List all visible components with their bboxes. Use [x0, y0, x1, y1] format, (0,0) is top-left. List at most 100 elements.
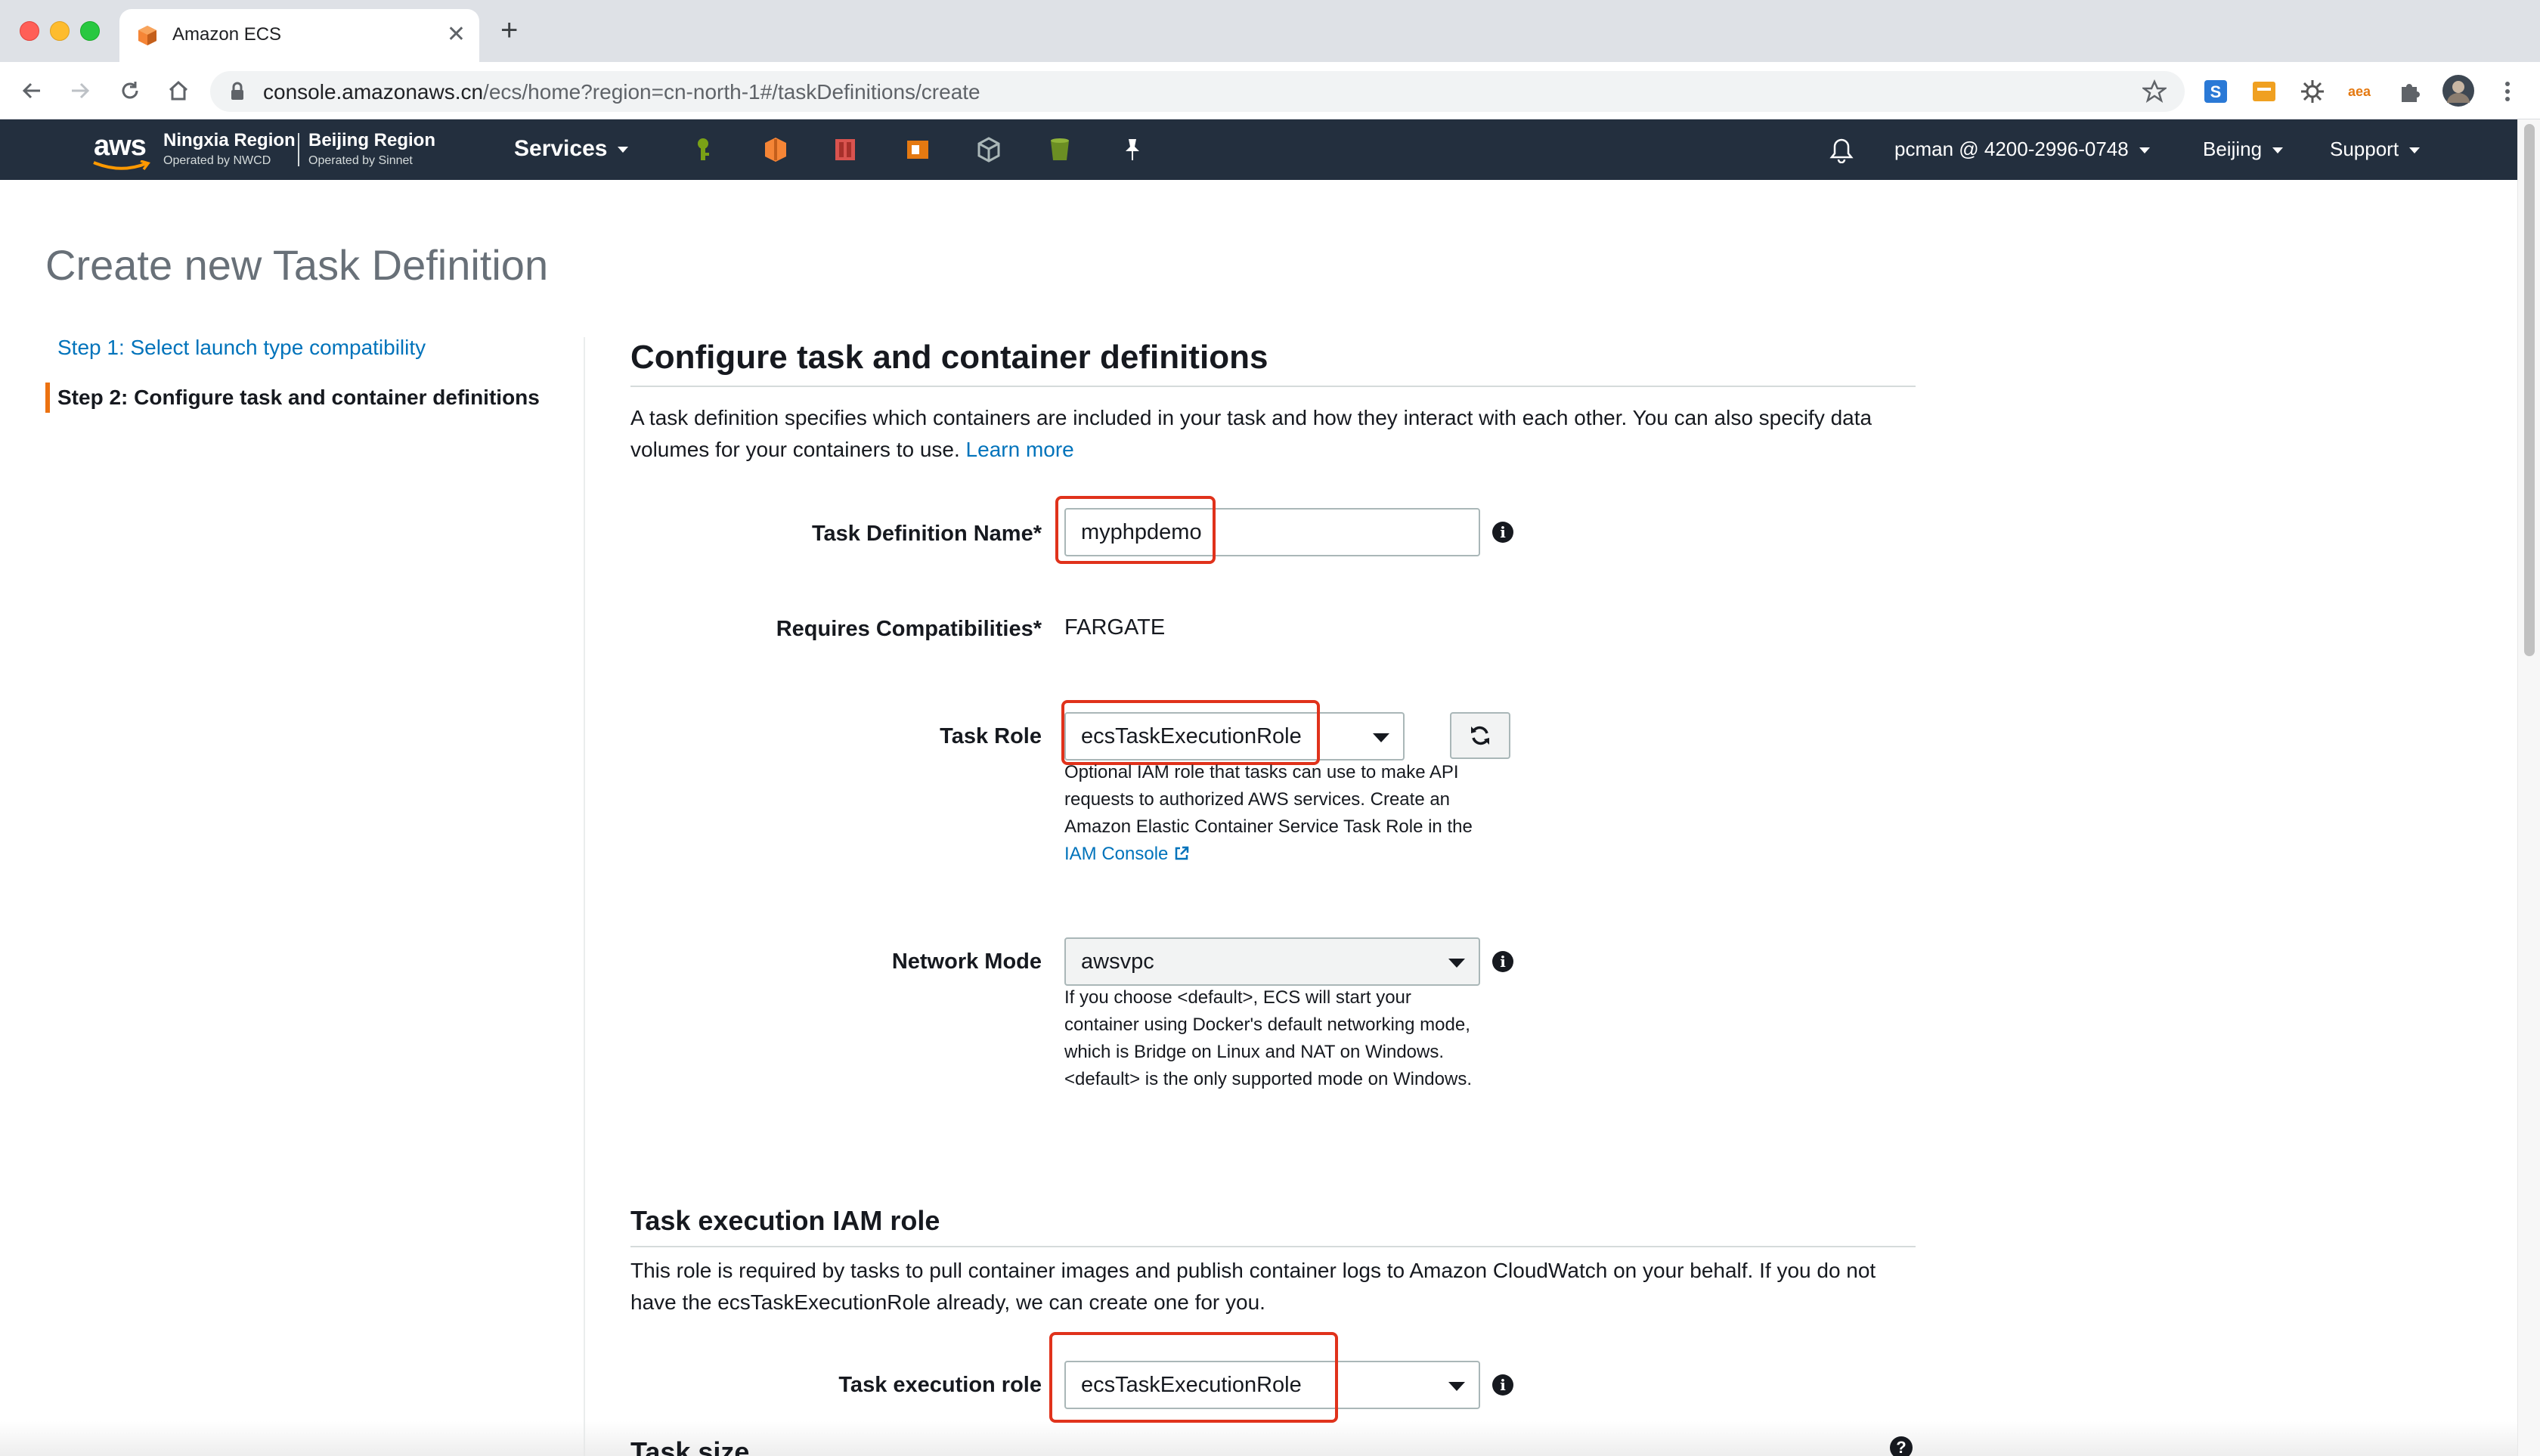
support-menu[interactable]: Support	[2330, 138, 2421, 161]
scrollbar-thumb[interactable]	[2524, 124, 2535, 656]
requires-compat-label: Requires Compatibilities*	[776, 617, 1042, 641]
aws-smile-icon	[93, 160, 150, 171]
exec-role-description: This role is required by tasks to pull c…	[630, 1259, 1876, 1314]
region-label: Beijing	[2203, 138, 2263, 160]
cube-icon[interactable]	[975, 136, 1002, 163]
ec2-icon[interactable]	[762, 136, 789, 163]
region-menu[interactable]: Beijing	[2203, 138, 2284, 161]
url-host: console.amazonaws.cn	[263, 80, 484, 104]
help-question-icon[interactable]: ?	[1890, 1436, 1913, 1456]
highlight-box	[1049, 1332, 1338, 1423]
services-label: Services	[514, 136, 608, 161]
support-label: Support	[2330, 138, 2399, 160]
extension-aea-icon[interactable]: aea	[2346, 79, 2372, 104]
info-icon[interactable]: i	[1492, 522, 1513, 543]
url-path: /ecs/home?region=cn-north-1#/taskDefinit…	[483, 80, 980, 104]
browser-tabstrip: Amazon ECS ✕ +	[0, 0, 2540, 62]
ecs-icon[interactable]	[832, 136, 859, 163]
wizard-divider	[584, 337, 585, 1456]
section-rule	[630, 386, 1916, 387]
new-tab-button[interactable]: +	[500, 15, 518, 45]
refresh-roles-button[interactable]	[1450, 712, 1510, 759]
account-menu[interactable]: pcman @ 4200-2996-0748	[1894, 138, 2150, 161]
bottom-fade	[0, 1421, 2517, 1456]
highlight-box	[1055, 496, 1216, 564]
exec-role-label: Task execution role	[838, 1373, 1042, 1397]
step-1-link[interactable]: Step 1: Select launch type compatibility	[57, 336, 426, 360]
task-role-label: Task Role	[940, 724, 1042, 748]
network-mode-value: awsvpc	[1081, 949, 1154, 974]
exec-role-rule	[630, 1246, 1916, 1247]
chevron-down-icon	[2139, 147, 2150, 154]
page-scrollbar[interactable]	[2517, 119, 2540, 1456]
page-title: Create new Task Definition	[45, 241, 549, 289]
reload-icon[interactable]	[113, 74, 147, 107]
aws-cube-icon	[138, 26, 156, 45]
task-role-help: Optional IAM role that tasks can use to …	[1064, 759, 1503, 868]
home-icon[interactable]	[162, 74, 195, 107]
network-mode-label: Network Mode	[891, 949, 1042, 974]
section-description: A task definition specifies which contai…	[630, 402, 1908, 466]
exec-role-title: Task execution IAM role	[630, 1205, 940, 1236]
pin-icon[interactable]	[1119, 136, 1146, 163]
account-label: pcman @ 4200-2996-0748	[1894, 138, 2129, 160]
back-icon[interactable]	[15, 74, 48, 107]
key-icon[interactable]	[689, 136, 717, 163]
task-def-name-label: Task Definition Name*	[811, 522, 1042, 546]
learn-more-link[interactable]: Learn more	[966, 438, 1074, 461]
iam-console-label: IAM Console	[1064, 844, 1169, 864]
iam-console-link[interactable]: IAM Console	[1064, 844, 1190, 864]
network-mode-select[interactable]: awsvpc	[1064, 937, 1480, 986]
chevron-down-icon	[1448, 959, 1465, 968]
external-link-icon	[1175, 846, 1189, 860]
forward-icon[interactable]	[64, 74, 97, 107]
browser-menu-icon[interactable]	[2495, 79, 2520, 104]
aws-top-nav: aws Ningxia Region Operated by NWCD Beij…	[0, 119, 2517, 180]
section-desc-text: A task definition specifies which contai…	[630, 406, 1872, 461]
browser-toolbar: console.amazonaws.cn/ecs/home?region=cn-…	[0, 62, 2540, 119]
extension-s-icon[interactable]: S	[2203, 79, 2229, 104]
bookmark-star-icon[interactable]	[2142, 79, 2167, 104]
region1-sub: Operated by NWCD	[163, 154, 271, 167]
close-icon[interactable]: ✕	[447, 20, 466, 50]
window-minimize-button[interactable]	[50, 21, 70, 41]
chevron-down-icon	[2409, 147, 2421, 154]
section-title: Configure task and container definitions	[630, 339, 1268, 376]
region2-sub: Operated by Sinnet	[308, 154, 413, 167]
region2-title: Beijing Region	[308, 130, 435, 150]
extension-gear-icon[interactable]	[2300, 79, 2325, 104]
chevron-down-icon	[1448, 1382, 1465, 1391]
extension-box-icon[interactable]	[2251, 79, 2277, 104]
svg-text:S: S	[2210, 82, 2222, 101]
refresh-icon	[1471, 726, 1489, 745]
step-2-current: Step 2: Configure task and container def…	[57, 386, 540, 409]
task-size-title: Task size	[630, 1436, 750, 1456]
active-step-indicator	[45, 383, 50, 413]
address-bar[interactable]: console.amazonaws.cn/ecs/home?region=cn-…	[210, 71, 2185, 112]
bucket-icon[interactable]	[1046, 136, 1073, 163]
region-divider	[298, 133, 299, 166]
url-text: console.amazonaws.cn/ecs/home?region=cn-…	[263, 80, 980, 104]
chevron-down-icon	[1373, 733, 1389, 742]
services-menu[interactable]: Services	[514, 136, 629, 162]
region1-title: Ningxia Region	[163, 130, 296, 150]
info-icon[interactable]: i	[1492, 951, 1513, 972]
ecr-icon[interactable]	[904, 136, 931, 163]
info-icon[interactable]: i	[1492, 1374, 1513, 1396]
bell-icon[interactable]	[1829, 138, 1854, 163]
window-close-button[interactable]	[20, 21, 39, 41]
network-mode-help: If you choose <default>, ECS will start …	[1064, 987, 1472, 1089]
requires-compat-value: FARGATE	[1064, 615, 1166, 640]
tab-title: Amazon ECS	[172, 24, 282, 45]
extensions-puzzle-icon[interactable]	[2396, 79, 2422, 104]
highlight-box	[1061, 700, 1320, 765]
aws-logo[interactable]: aws	[94, 130, 147, 163]
browser-tab-active[interactable]: Amazon ECS ✕	[119, 9, 479, 62]
task-role-help-text: Optional IAM role that tasks can use to …	[1064, 762, 1473, 837]
lock-icon	[231, 82, 243, 100]
beijing-region-link[interactable]: Beijing Region Operated by Sinnet	[308, 130, 435, 168]
window-zoom-button[interactable]	[80, 21, 100, 41]
chevron-down-icon	[2272, 147, 2284, 154]
ningxia-region-link[interactable]: Ningxia Region Operated by NWCD	[163, 130, 296, 168]
profile-avatar[interactable]	[2442, 74, 2475, 107]
